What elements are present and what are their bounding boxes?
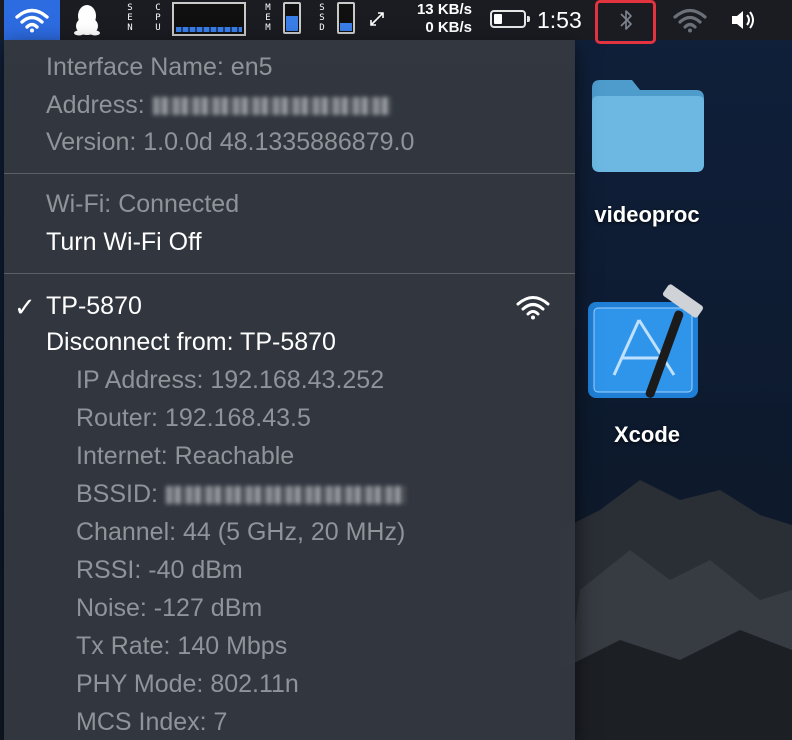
xcode-icon [588,284,704,398]
disconnect-button[interactable]: Disconnect from: TP-5870 [46,327,336,357]
battery-indicator[interactable] [490,10,530,28]
cpu-graph[interactable] [172,2,246,36]
detail-tx-rate: Tx Rate: 140 Mbps [76,632,288,660]
detail-phy-mode: PHY Mode: 802.11n [76,670,299,698]
net-upload: 13 KB/s [416,1,472,18]
detail-router: Router: 192.168.43.5 [76,404,311,432]
separator [4,173,575,174]
qq-menu-extra[interactable] [70,2,104,38]
battery-tip [527,16,530,22]
separator [4,273,575,274]
wifi-status: Wi-Fi: Connected [46,190,240,218]
sen-label: S E N [127,3,133,33]
volume-menu-extra[interactable] [726,6,760,34]
xcode-label: Xcode [613,422,681,447]
detail-noise: Noise: -127 dBm [76,594,263,622]
detail-channel: Channel: 44 (5 GHz, 20 MHz) [76,518,406,546]
volume-icon [732,11,754,29]
network-tp-5870[interactable]: TP-5870 [46,291,142,321]
bluetooth-icon [620,10,632,30]
detail-ip-address: IP Address: 192.168.43.252 [76,366,385,394]
cpu-usage-bars [176,27,242,32]
menu-bar: S E N C P U M E M S S D 13 KB/s 0 KB/s 1… [0,0,792,44]
bssid-label: BSSID: [76,480,158,508]
qq-penguin-icon [74,5,100,36]
ssd-gauge[interactable] [337,2,355,34]
expand-arrows-icon [370,12,384,26]
bluetooth-menu-extra[interactable] [612,6,640,34]
bssid-redacted [165,486,406,505]
xcode-app[interactable]: Xcode [584,280,710,460]
wifi-inactive-icon [673,8,707,33]
interface-name: Interface Name: en5 [46,53,273,81]
address-row: Address: [46,90,391,120]
videoproc-label: videoproc [594,202,700,227]
wifi-menu-extra[interactable] [4,0,60,40]
wifi-menu: Interface Name: en5 Address: Version: 1.… [4,40,575,740]
videoproc-folder[interactable]: videoproc [584,70,710,240]
mountain-wallpaper [560,480,792,740]
mem-gauge-fill [286,16,298,31]
detail-bssid: BSSID: [76,479,406,509]
detail-internet: Internet: Reachable [76,442,295,470]
folder-icon [592,80,704,172]
turn-wifi-off[interactable]: Turn Wi-Fi Off [46,227,202,257]
wifi-secondary[interactable] [670,6,710,34]
detail-mcs-index: MCS Index: 7 [76,708,228,736]
checkmark-icon: ✓ [14,292,36,322]
cpu-label: C P U [155,3,161,33]
battery-level [494,14,502,24]
wifi-signal-icon [516,296,550,320]
ssd-gauge-fill [340,23,352,31]
network-arrows[interactable] [366,8,388,30]
ssd-label: S S D [319,3,325,33]
version: Version: 1.0.0d 48.1335886879.0 [46,128,415,156]
address-label: Address: [46,91,145,119]
wifi-icon [15,8,49,33]
network-speed[interactable]: 13 KB/s 0 KB/s [400,1,472,37]
mem-gauge[interactable] [283,2,301,34]
net-download: 0 KB/s [425,19,472,36]
address-redacted [152,97,391,116]
mem-label: M E M [265,3,271,33]
clock[interactable]: 1:53 [537,6,582,34]
detail-rssi: RSSI: -40 dBm [76,556,243,584]
